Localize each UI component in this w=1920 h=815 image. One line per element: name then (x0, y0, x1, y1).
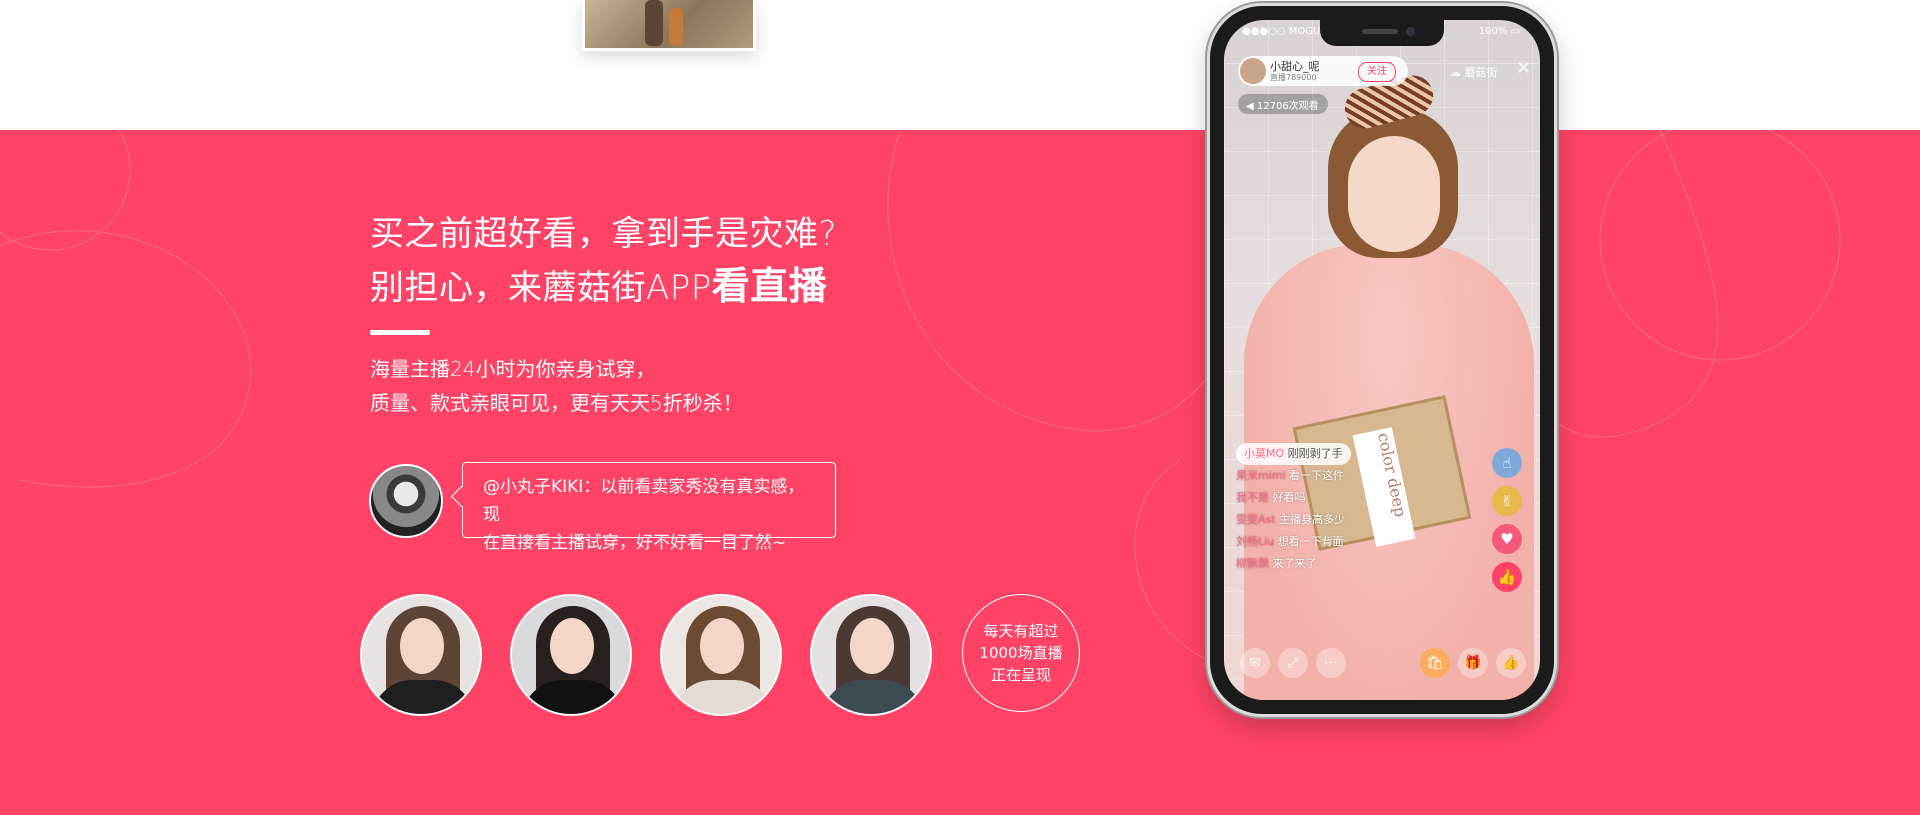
chat-text: 来了来了 (1272, 557, 1317, 570)
top-white-area (0, 0, 1920, 130)
peace-sign-icon[interactable]: ✌ (1492, 486, 1522, 516)
street-style-photo (582, 0, 756, 51)
photo-figure (645, 0, 663, 46)
section-headline: 买之前超好看，拿到手是灾难? 别担心，来蘑菇街APP看直播 (370, 208, 837, 314)
speaker-grille (1362, 29, 1398, 34)
host-face (850, 618, 894, 674)
reaction-stack: ☝ ✌ ♥ 👍 (1492, 440, 1532, 600)
testimonial-line-1: @小丸子KIKI：以前看卖家秀没有真实感，现 (483, 477, 805, 525)
stat-line-2: 1000场直播 (979, 644, 1063, 662)
subtext-line-2: 质量、款式亲眼可见，更有天天5折秒杀！ (370, 391, 743, 415)
headline-line-2: 别担心，来蘑菇街APP看直播 (370, 260, 837, 314)
host-face (700, 618, 744, 674)
anchor-subtitle: 直播789000 (1270, 73, 1317, 82)
chat-text: 好看吗 (1272, 491, 1306, 504)
headline-line-2-prefix: 别担心，来蘑菇街APP (370, 268, 712, 308)
chat-message: 柳飘飘 来了来了 (1236, 553, 1456, 575)
headline-line-1: 买之前超好看，拿到手是灾难? (370, 214, 838, 254)
chat-user: 柳飘飘 (1236, 557, 1269, 570)
heart-icon[interactable]: ♥ (1492, 524, 1522, 554)
host-avatar-4[interactable] (810, 594, 932, 716)
stat-line-1: 每天有超过 (983, 622, 1059, 640)
carrier-signal: ●●●○○ MOGU (1242, 26, 1321, 37)
chat-message: 我不是 好看吗 (1236, 487, 1456, 509)
gift-icon[interactable]: 🎁 (1458, 648, 1488, 678)
chat-user: 雯雯Ast (1236, 513, 1276, 526)
chat-message: 小莫MO 刚刚剥了手 (1236, 443, 1351, 465)
decorative-curves (0, 130, 1841, 671)
chat-message: 雯雯Ast 主播身高多少 (1236, 509, 1456, 531)
phone-mockup: ●●●○○ MOGU 100% ▭ color deep 小甜心_呢 直播789… (1210, 6, 1554, 714)
host-avatar-1[interactable] (360, 594, 482, 716)
view-count-label: ◀ 12706次观看 (1246, 101, 1319, 112)
host-face (550, 618, 594, 674)
live-stream-screen: ●●●○○ MOGU 100% ▭ color deep 小甜心_呢 直播789… (1224, 20, 1540, 700)
live-section-banner: 买之前超好看，拿到手是灾难? 别担心，来蘑菇街APP看直播 海量主播24小时为你… (0, 130, 1920, 815)
point-up-icon[interactable]: ☝ (1492, 448, 1522, 478)
headline-underline (370, 330, 430, 335)
chat-message: 果米mimi 看一下这件 (1236, 465, 1456, 487)
live-bottom-toolbar: ✉ ⤢ ⋯ 🛍 🎁 👍 (1234, 648, 1534, 682)
chat-text: 刚刚剥了手 (1287, 447, 1343, 460)
subtext-line-1: 海量主播24小时为你亲身试穿， (370, 357, 656, 381)
anchor-avatar[interactable] (1240, 58, 1266, 84)
chat-text: 主播身高多少 (1279, 513, 1346, 526)
chat-user: 刘畅Liu (1236, 535, 1275, 548)
chat-text: 想看一下背面 (1277, 535, 1344, 548)
host-avatar-3[interactable] (660, 594, 782, 716)
testimonial-bubble: @小丸子KIKI：以前看卖家秀没有真实感，现 在直接看主播试穿，好不好看一目了然… (462, 462, 836, 553)
close-icon[interactable]: ✕ (1516, 58, 1531, 79)
testimonial-avatar (369, 464, 443, 538)
message-icon[interactable]: ✉ (1240, 648, 1270, 678)
host-avatar-2[interactable] (510, 594, 632, 716)
brand-badge[interactable]: ☁ 蘑菇街 (1450, 64, 1498, 80)
anchor-info-bar[interactable]: 小甜心_呢 直播789000 关注 (1238, 56, 1408, 86)
phone-notch (1320, 20, 1444, 46)
follow-button[interactable]: 关注 (1358, 62, 1396, 82)
host-face (1348, 136, 1440, 252)
more-icon[interactable]: ⋯ (1316, 648, 1346, 678)
chat-text: 看一下这件 (1289, 469, 1345, 482)
like-icon[interactable]: 👍 (1496, 648, 1526, 678)
daily-live-count-badge: 每天有超过 1000场直播 正在呈现 (962, 594, 1080, 712)
chat-user: 我不是 (1236, 491, 1269, 504)
section-subtext: 海量主播24小时为你亲身试穿， 质量、款式亲眼可见，更有天天5折秒杀！ (370, 352, 743, 420)
headline-highlight: 看直播 (711, 264, 828, 308)
thumbs-up-icon[interactable]: 👍 (1492, 562, 1522, 592)
stat-line-3: 正在呈现 (990, 666, 1051, 684)
photo-figure-2 (669, 8, 683, 46)
host-face (400, 618, 444, 674)
view-count-pill: ◀ 12706次观看 (1238, 94, 1328, 114)
shopping-bag-icon[interactable]: 🛍 (1420, 648, 1450, 678)
fullscreen-icon[interactable]: ⤢ (1278, 648, 1308, 678)
chat-message: 刘畅Liu 想看一下背面 (1236, 531, 1456, 553)
chat-user: 小莫MO (1244, 447, 1285, 460)
testimonial-line-2: 在直接看主播试穿，好不好看一目了然~ (483, 533, 787, 553)
chat-user: 果米mimi (1236, 469, 1286, 482)
chat-feed: 小莫MO 刚刚剥了手 果米mimi 看一下这件 我不是 好看吗 雯雯Ast 主播… (1236, 442, 1456, 575)
front-camera (1406, 27, 1415, 36)
battery-indicator: 100% ▭ (1478, 26, 1520, 37)
